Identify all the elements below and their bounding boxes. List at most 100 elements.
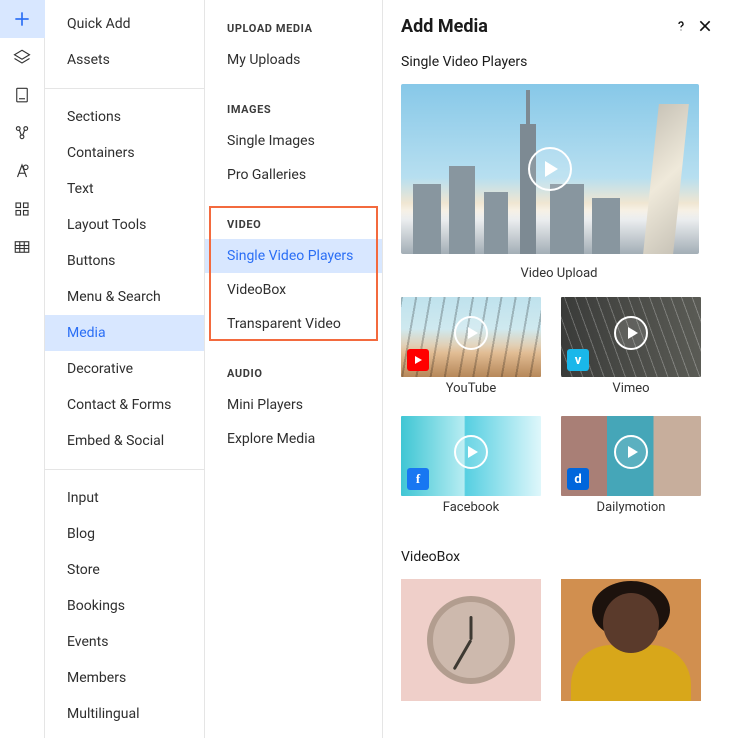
subcategory-column: UPLOAD MEDIA My Uploads IMAGES Single Im…: [205, 0, 383, 738]
facebook-icon: f: [407, 468, 429, 490]
cat-multilingual[interactable]: Multilingual: [45, 696, 204, 732]
cat-containers[interactable]: Containers: [45, 135, 204, 171]
data-icon: [13, 124, 31, 142]
thumb-dailymotion[interactable]: d: [561, 416, 701, 496]
sub-group-video: VIDEO Single Video Players VideoBox Tran…: [205, 206, 382, 341]
help-icon: [673, 18, 689, 34]
pages-icon: [13, 86, 31, 104]
thumb-video-upload[interactable]: [401, 84, 699, 254]
rail-data[interactable]: [0, 114, 45, 152]
sub-heading-upload: UPLOAD MEDIA: [205, 10, 382, 43]
portrait-head: [603, 593, 659, 653]
hero-bg: [550, 184, 584, 254]
cat-quick-add[interactable]: Quick Add: [45, 6, 204, 42]
page-title: Add Media: [401, 16, 669, 37]
thumb-facebook[interactable]: f: [401, 416, 541, 496]
sub-my-uploads[interactable]: My Uploads: [205, 43, 382, 77]
thumb-vimeo[interactable]: v: [561, 297, 701, 377]
cat-store[interactable]: Store: [45, 552, 204, 588]
cat-contact-forms[interactable]: Contact & Forms: [45, 387, 204, 423]
cat-blog[interactable]: Blog: [45, 516, 204, 552]
cat-decorative[interactable]: Decorative: [45, 351, 204, 387]
section-single-video-players: Single Video Players: [383, 48, 735, 84]
cat-media[interactable]: Media: [45, 315, 204, 351]
play-icon: [528, 147, 572, 191]
cat-input[interactable]: Input: [45, 480, 204, 516]
theme-icon: [13, 162, 31, 180]
sub-group-upload: UPLOAD MEDIA My Uploads: [205, 10, 382, 77]
sub-group-images: IMAGES Single Images Pro Galleries: [205, 91, 382, 192]
sub-heading-images: IMAGES: [205, 91, 382, 124]
clock-icon: [427, 596, 515, 684]
caption-youtube: YouTube: [401, 377, 541, 412]
main-column: Add Media Single Video Players Video Upl…: [383, 0, 735, 738]
cat-bookings[interactable]: Bookings: [45, 588, 204, 624]
close-icon: [697, 18, 713, 34]
rail-table[interactable]: [0, 228, 45, 266]
cat-sections[interactable]: Sections: [45, 99, 204, 135]
icon-rail: [0, 0, 45, 738]
play-icon: [614, 316, 648, 350]
clock-hand: [453, 639, 473, 670]
divider: [45, 88, 204, 89]
dailymotion-icon: d: [567, 468, 589, 490]
caption-vimeo: Vimeo: [561, 377, 701, 412]
help-button[interactable]: [669, 14, 693, 38]
provider-cell-facebook: f Facebook: [401, 416, 541, 531]
portrait-torso: [571, 645, 691, 701]
provider-cell-dailymotion: d Dailymotion: [561, 416, 701, 531]
sub-heading-video: VIDEO: [205, 206, 382, 239]
hero-bg: [449, 166, 475, 254]
table-icon: [13, 238, 31, 256]
layers-icon: [13, 48, 31, 66]
hero-bg: [592, 198, 620, 254]
sub-videobox[interactable]: VideoBox: [205, 273, 382, 307]
caption-video-upload: Video Upload: [383, 262, 735, 297]
apps-icon: [13, 200, 31, 218]
youtube-icon: [407, 349, 429, 371]
rail-pages[interactable]: [0, 76, 45, 114]
sub-transparent-video[interactable]: Transparent Video: [205, 307, 382, 341]
divider: [45, 469, 204, 470]
sub-single-video-players[interactable]: Single Video Players: [205, 239, 382, 273]
vimeo-icon: v: [567, 349, 589, 371]
section-videobox: VideoBox: [383, 531, 735, 579]
sub-mini-players[interactable]: Mini Players: [205, 388, 382, 422]
add-icon: [12, 9, 32, 29]
cat-text[interactable]: Text: [45, 171, 204, 207]
play-icon: [454, 435, 488, 469]
cat-menu-search[interactable]: Menu & Search: [45, 279, 204, 315]
play-icon: [614, 435, 648, 469]
caption-facebook: Facebook: [401, 496, 541, 531]
cat-members[interactable]: Members: [45, 660, 204, 696]
hero-bg: [413, 184, 441, 254]
videobox-grid: [383, 579, 735, 701]
play-icon: [454, 316, 488, 350]
close-button[interactable]: [693, 14, 717, 38]
hero-bg: [484, 192, 508, 254]
caption-dailymotion: Dailymotion: [561, 496, 701, 531]
cat-layout-tools[interactable]: Layout Tools: [45, 207, 204, 243]
thumb-videobox-clock[interactable]: [401, 579, 541, 701]
main-header: Add Media: [383, 0, 735, 48]
clock-hand: [470, 616, 473, 640]
category-column: Quick Add Assets Sections Containers Tex…: [45, 0, 205, 738]
provider-grid: YouTube v Vimeo f Facebook d Dailymotion: [383, 297, 735, 531]
provider-cell-youtube: YouTube: [401, 297, 541, 412]
sub-explore-media[interactable]: Explore Media: [205, 422, 382, 456]
rail-theme[interactable]: [0, 152, 45, 190]
rail-add[interactable]: [0, 0, 45, 38]
sub-pro-galleries[interactable]: Pro Galleries: [205, 158, 382, 192]
sub-single-images[interactable]: Single Images: [205, 124, 382, 158]
cat-buttons[interactable]: Buttons: [45, 243, 204, 279]
cat-events[interactable]: Events: [45, 624, 204, 660]
sub-group-audio: AUDIO Mini Players Explore Media: [205, 355, 382, 456]
cat-embed-social[interactable]: Embed & Social: [45, 423, 204, 459]
hero-bg: [520, 124, 536, 254]
thumb-videobox-portrait[interactable]: [561, 579, 701, 701]
sub-heading-audio: AUDIO: [205, 355, 382, 388]
rail-apps[interactable]: [0, 190, 45, 228]
rail-layers[interactable]: [0, 38, 45, 76]
cat-assets[interactable]: Assets: [45, 42, 204, 78]
thumb-youtube[interactable]: [401, 297, 541, 377]
